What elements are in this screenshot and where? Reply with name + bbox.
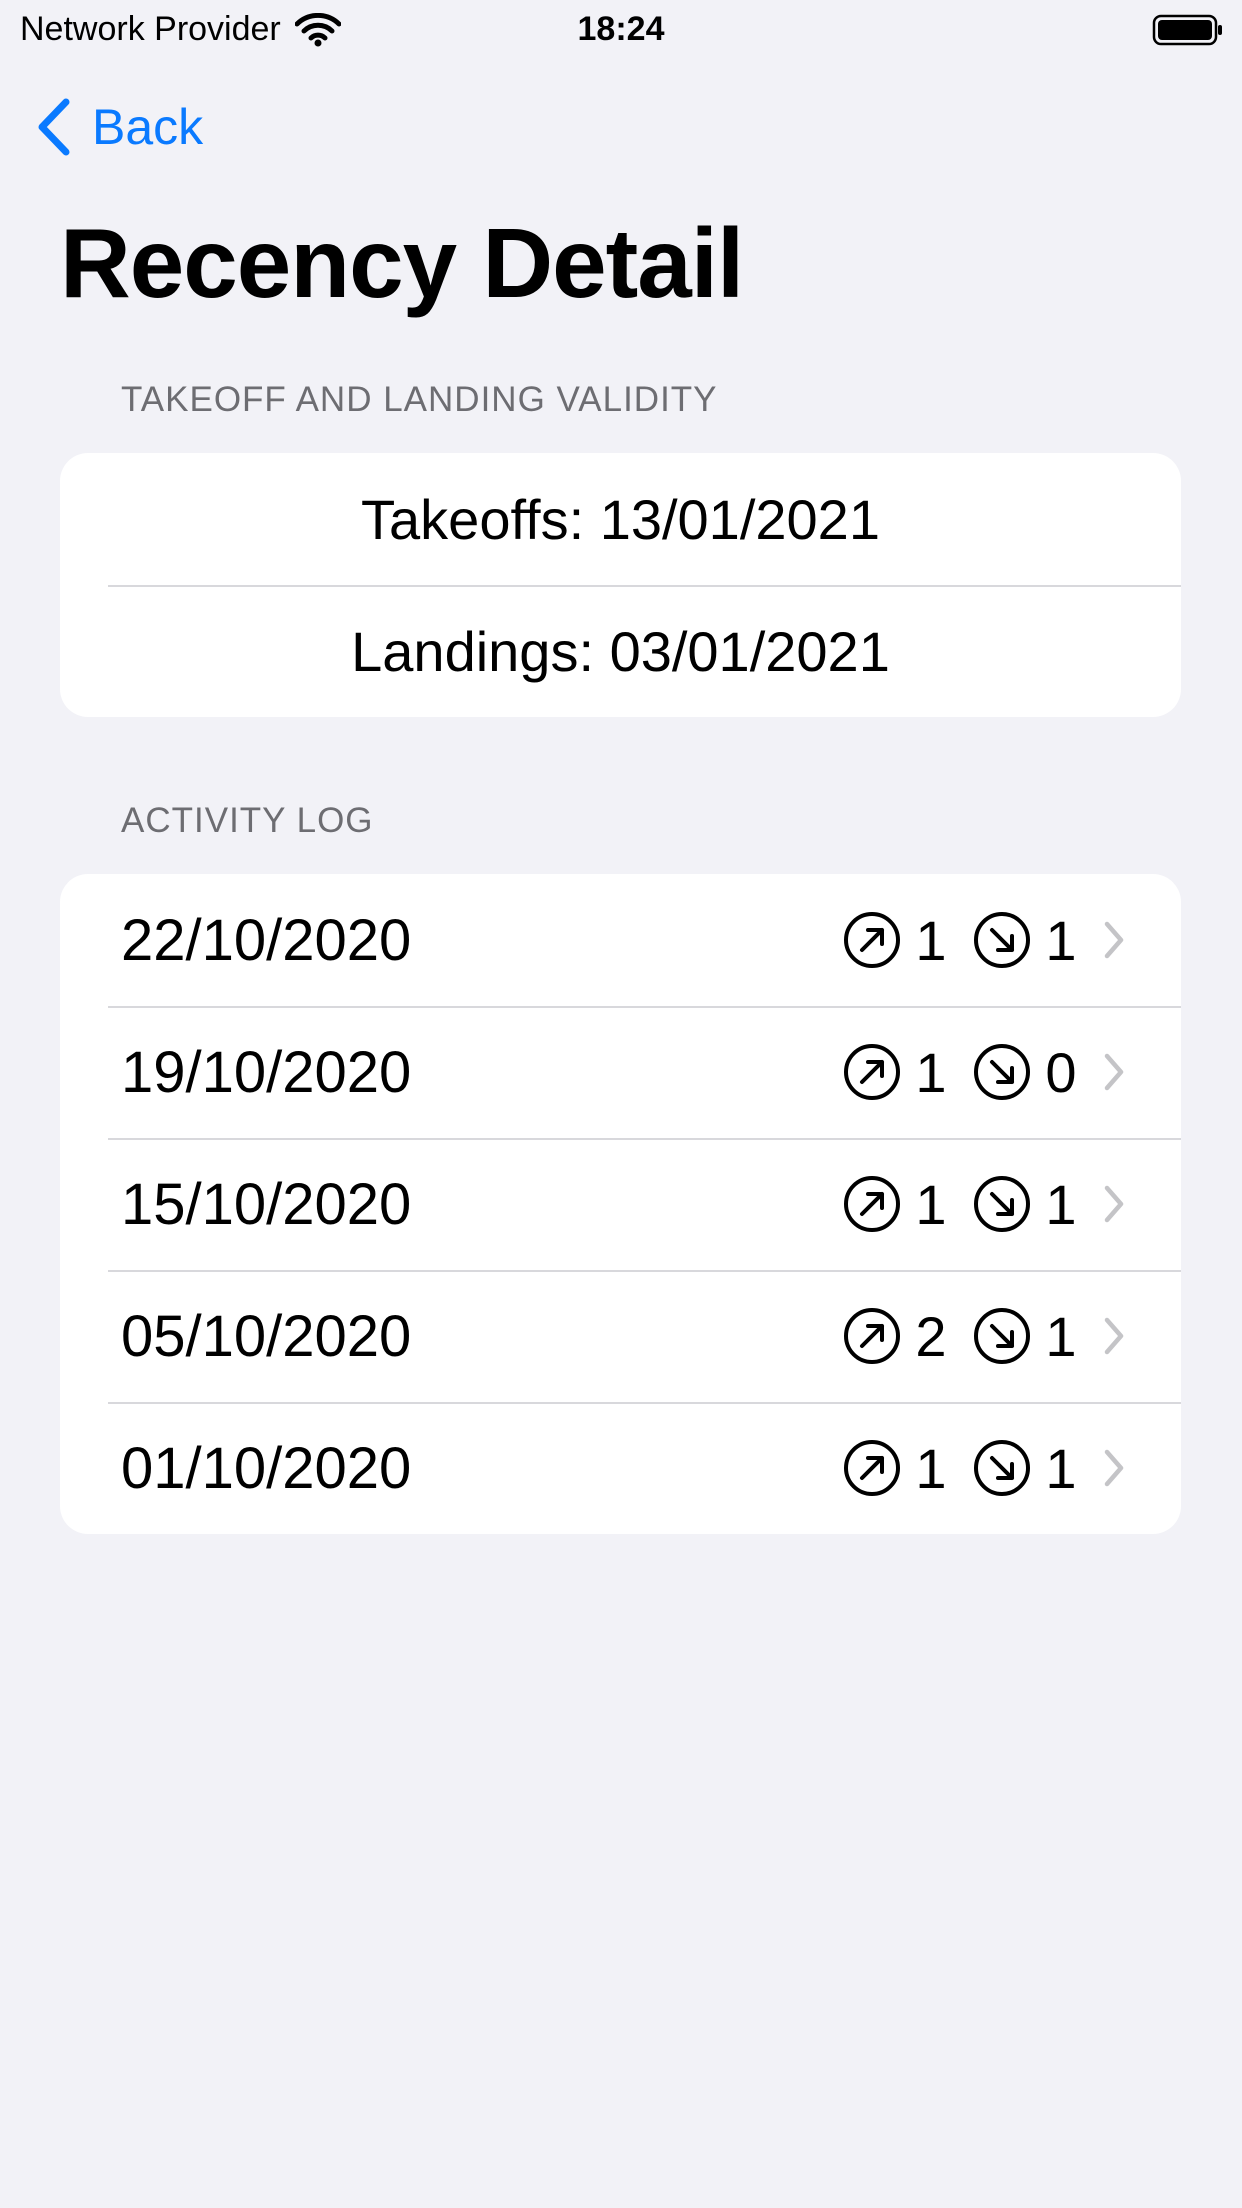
status-time: 18:24 (577, 10, 665, 48)
takeoff-icon (844, 1176, 900, 1232)
log-date: 01/10/2020 (121, 1435, 412, 1501)
landing-count: 1 (1045, 908, 1077, 972)
activity-log-row[interactable]: 22/10/2020 1 1 (60, 874, 1181, 1006)
log-counts: 1 0 (843, 1040, 1125, 1105)
landings-validity-row: Landings: 03/01/2021 (60, 585, 1181, 717)
activity-log-card: 22/10/2020 1 1 19/10/2020 1 0 15/10/2020… (60, 874, 1181, 1534)
log-date: 05/10/2020 (121, 1303, 412, 1369)
takeoff-count: 1 (915, 1436, 947, 1500)
activity-log-row[interactable]: 15/10/2020 1 1 (60, 1138, 1181, 1270)
chevron-right-icon (1104, 1449, 1124, 1487)
takeoff-count: 2 (915, 1304, 947, 1368)
log-counts: 2 1 (843, 1304, 1125, 1369)
takeoff-count: 1 (915, 908, 947, 972)
log-counts: 1 1 (843, 1172, 1125, 1237)
landing-count: 0 (1045, 1040, 1077, 1104)
landing-icon (974, 1440, 1030, 1496)
takeoff-icon (844, 1440, 900, 1496)
status-bar: Network Provider 18:24 (0, 0, 1242, 62)
takeoff-icon (844, 912, 900, 968)
landings-validity: Landings: 03/01/2021 (351, 619, 890, 683)
takeoff-icon (844, 1308, 900, 1364)
chevron-right-icon (1104, 1185, 1124, 1223)
takeoff-icon (844, 1044, 900, 1100)
log-counts: 1 1 (843, 1436, 1125, 1501)
takeoff-count: 1 (915, 1040, 947, 1104)
takeoffs-validity-row: Takeoffs: 13/01/2021 (60, 453, 1181, 585)
chevron-right-icon (1104, 1317, 1124, 1355)
takeoffs-validity: Takeoffs: 13/01/2021 (361, 487, 880, 551)
landing-count: 1 (1045, 1304, 1077, 1368)
page-title: Recency Detail (60, 208, 744, 318)
log-date: 19/10/2020 (121, 1039, 412, 1105)
chevron-right-icon (1104, 921, 1124, 959)
log-counts: 1 1 (843, 908, 1125, 973)
battery-icon (1152, 14, 1222, 46)
takeoff-count: 1 (915, 1172, 947, 1236)
landing-icon (974, 912, 1030, 968)
landing-count: 1 (1045, 1436, 1077, 1500)
activity-log-row[interactable]: 05/10/2020 2 1 (60, 1270, 1181, 1402)
landing-count: 1 (1045, 1172, 1077, 1236)
back-button[interactable]: Back (34, 98, 203, 156)
chevron-left-icon (38, 98, 70, 156)
validity-card: Takeoffs: 13/01/2021 Landings: 03/01/202… (60, 453, 1181, 717)
landing-icon (974, 1308, 1030, 1364)
log-date: 22/10/2020 (121, 907, 412, 973)
log-date: 15/10/2020 (121, 1171, 412, 1237)
landing-icon (974, 1176, 1030, 1232)
chevron-right-icon (1104, 1053, 1124, 1091)
activity-log-row[interactable]: 19/10/2020 1 0 (60, 1006, 1181, 1138)
validity-section-header: TAKEOFF AND LANDING VALIDITY (121, 380, 718, 419)
activity-log-row[interactable]: 01/10/2020 1 1 (60, 1402, 1181, 1534)
back-label: Back (92, 99, 204, 155)
landing-icon (974, 1044, 1030, 1100)
activity-section-header: ACTIVITY LOG (121, 801, 374, 840)
